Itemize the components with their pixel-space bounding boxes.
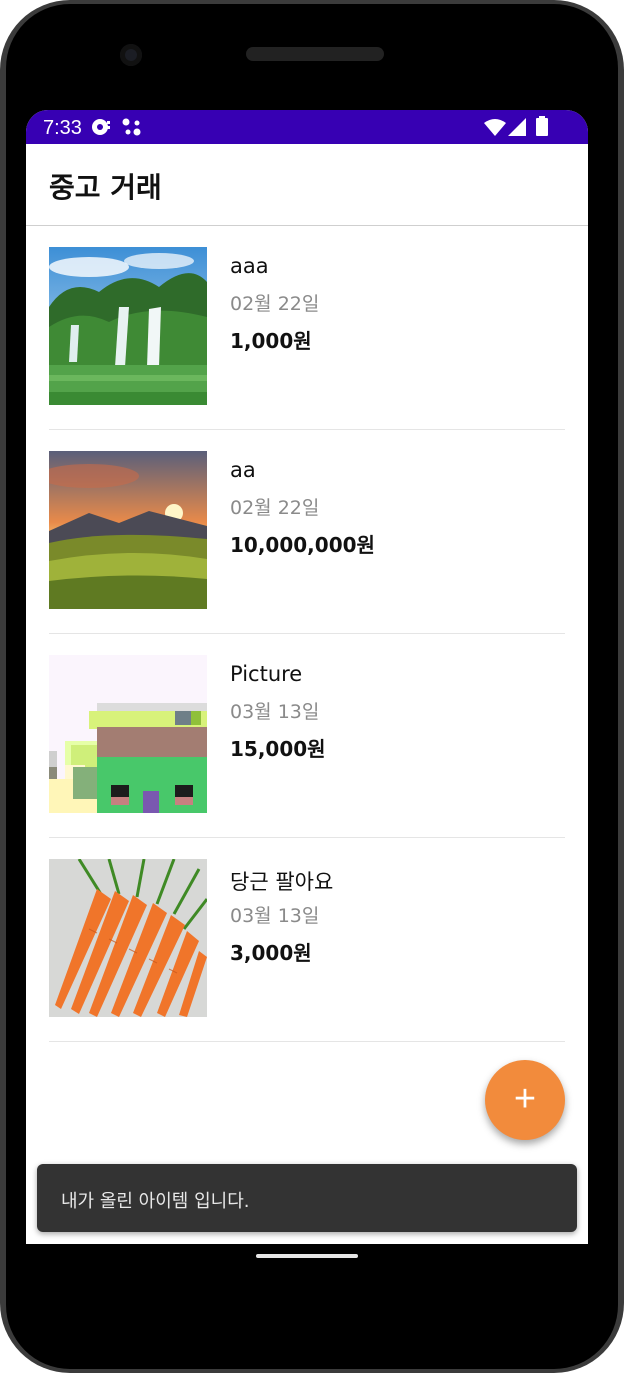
sunset-mountain-image (49, 451, 207, 609)
item-date: 03월 13일 (230, 701, 320, 723)
item-date: 02월 22일 (230, 293, 320, 315)
app-screen: 7:33 중고 거래 aaa 02월 22일 1,000원 aa 02월 22일… (26, 110, 588, 1244)
add-item-button[interactable]: + (485, 1060, 565, 1140)
list-item[interactable]: aaa 02월 22일 1,000원 (49, 226, 565, 430)
item-price: 15,000원 (230, 737, 326, 761)
plus-icon: + (513, 1078, 537, 1120)
item-date: 02월 22일 (230, 497, 320, 519)
battery-icon (536, 116, 548, 142)
item-title: aaa (230, 254, 269, 278)
pixel-art-image (49, 655, 207, 813)
item-title: 당근 팔아요 (230, 870, 334, 894)
item-price: 10,000,000원 (230, 533, 375, 557)
item-price: 3,000원 (230, 941, 312, 965)
media-notification-icon (90, 117, 112, 143)
assistant-dots-icon (121, 117, 143, 143)
app-bar: 중고 거래 (26, 144, 588, 226)
snackbar-message: 내가 올린 아이템 입니다. (61, 1191, 250, 1212)
earpiece-speaker (246, 47, 384, 61)
list-item[interactable]: aa 02월 22일 10,000,000원 (49, 430, 565, 634)
item-title: aa (230, 458, 256, 482)
snackbar: 내가 올린 아이템 입니다. (37, 1164, 577, 1232)
status-time: 7:33 (43, 117, 82, 139)
list-item[interactable]: 당근 팔아요 03월 13일 3,000원 (49, 838, 565, 1042)
list-item[interactable]: Picture 03월 13일 15,000원 (49, 634, 565, 838)
waterfall-landscape-image (49, 247, 207, 405)
item-list: aaa 02월 22일 1,000원 aa 02월 22일 10,000,000… (49, 226, 565, 1042)
carrots-image (49, 859, 207, 1017)
front-camera (120, 44, 142, 66)
wifi-icon (484, 118, 506, 142)
item-title: Picture (230, 662, 303, 686)
cellular-signal-icon (508, 118, 526, 142)
page-title: 중고 거래 (49, 171, 162, 204)
status-bar: 7:33 (26, 110, 588, 144)
home-indicator[interactable] (256, 1254, 358, 1258)
item-price: 1,000원 (230, 329, 312, 353)
item-date: 03월 13일 (230, 905, 320, 927)
